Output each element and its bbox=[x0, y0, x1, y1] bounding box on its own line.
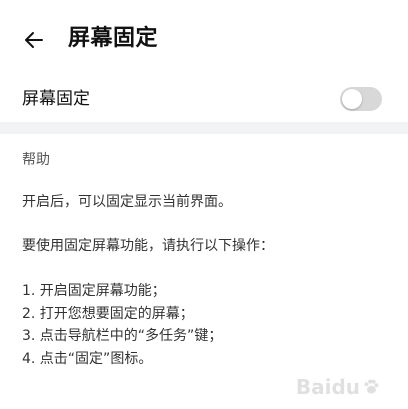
help-step: 1. 开启固定屏幕功能； bbox=[22, 283, 166, 299]
help-paragraph-2: 要使用固定屏幕功能，请执行以下操作： bbox=[22, 238, 274, 254]
title-bar: 屏幕固定 bbox=[0, 0, 408, 76]
help-step: 3. 点击导航栏中的“多任务”键； bbox=[22, 328, 223, 344]
help-steps-list: 1. 开启固定屏幕功能； 2. 打开您想要固定的屏幕； 3. 点击导航栏中的“多… bbox=[22, 280, 222, 370]
watermark-text: Baidu bbox=[295, 375, 360, 399]
baidu-watermark: Baidu bbox=[296, 375, 380, 399]
screen-pinning-setting-row: 屏幕固定 bbox=[0, 76, 408, 122]
help-section: 帮助 开启后，可以固定显示当前界面。 要使用固定屏幕功能，请执行以下操作： 1.… bbox=[0, 134, 408, 409]
help-step: 4. 点击“固定”图标。 bbox=[22, 350, 153, 367]
screen-pinning-label: 屏幕固定 bbox=[22, 89, 90, 109]
arrow-left-icon bbox=[25, 32, 43, 48]
section-divider bbox=[0, 122, 408, 134]
toggle-knob bbox=[342, 89, 362, 109]
back-button[interactable] bbox=[16, 22, 52, 58]
screen-pinning-toggle[interactable] bbox=[340, 87, 382, 111]
page-title: 屏幕固定 bbox=[68, 26, 159, 51]
help-title: 帮助 bbox=[22, 152, 50, 168]
paw-icon bbox=[364, 379, 379, 394]
help-step: 2. 打开您想要固定的屏幕； bbox=[22, 305, 194, 322]
help-paragraph-1: 开启后，可以固定显示当前界面。 bbox=[22, 194, 232, 210]
